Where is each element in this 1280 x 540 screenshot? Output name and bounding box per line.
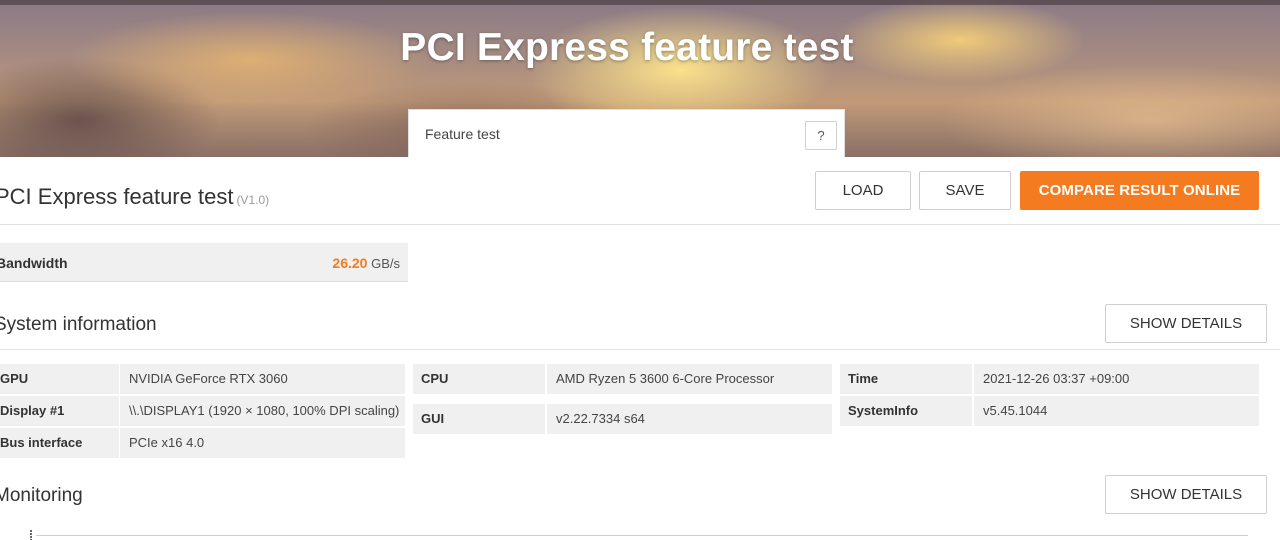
header-divider xyxy=(0,224,1280,225)
systeminfo-value: v5.45.1044 xyxy=(974,396,1259,426)
gpu-key: GPU xyxy=(0,364,119,394)
gui-key: GUI xyxy=(413,404,545,434)
load-button[interactable]: LOAD xyxy=(815,171,911,210)
bandwidth-unit: GB/s xyxy=(371,256,400,271)
monitoring-title: Monitoring xyxy=(0,485,83,506)
bandwidth-row: Bandwidth 26.20 GB/s xyxy=(0,243,408,282)
system-information-title: System information xyxy=(0,314,157,335)
cpu-value: AMD Ryzen 5 3600 6-Core Processor xyxy=(547,364,832,394)
bandwidth-number: 26.20 xyxy=(332,255,368,271)
save-button[interactable]: SAVE xyxy=(919,171,1011,210)
systeminfo-key: SystemInfo xyxy=(840,396,972,426)
display-key: Display #1 xyxy=(0,396,119,426)
bandwidth-value: 26.20 GB/s xyxy=(332,255,400,271)
hero-title: PCI Express feature test xyxy=(400,26,854,69)
compare-result-online-button[interactable]: COMPARE RESULT ONLINE xyxy=(1020,171,1259,210)
monitoring-chart-axis xyxy=(30,530,32,540)
feature-test-label: Feature test xyxy=(425,126,500,142)
bandwidth-label: Bandwidth xyxy=(0,255,68,271)
help-button[interactable]: ? xyxy=(805,121,837,150)
bus-interface-value: PCIe x16 4.0 xyxy=(120,428,405,458)
result-version: (V1.0) xyxy=(236,193,270,207)
system-info-show-details-button[interactable]: SHOW DETAILS xyxy=(1105,304,1267,343)
time-key: Time xyxy=(840,364,972,394)
hero-top-bar xyxy=(0,0,1280,5)
result-title-text: PCI Express feature test xyxy=(0,184,234,209)
gpu-value: NVIDIA GeForce RTX 3060 xyxy=(120,364,405,394)
cpu-key: CPU xyxy=(413,364,545,394)
display-value: \\.\DISPLAY1 (1920 × 1080, 100% DPI scal… xyxy=(120,396,405,426)
result-title: PCI Express feature test (V1.0) xyxy=(0,184,269,210)
monitoring-chart-baseline xyxy=(36,535,1248,536)
feature-test-selector[interactable]: Feature test ? xyxy=(408,109,845,157)
time-value: 2021-12-26 03:37 +09:00 xyxy=(974,364,1259,394)
bus-interface-key: Bus interface xyxy=(0,428,119,458)
system-info-divider xyxy=(0,349,1280,350)
gui-value: v2.22.7334 s64 xyxy=(547,404,832,434)
monitoring-show-details-button[interactable]: SHOW DETAILS xyxy=(1105,475,1267,514)
